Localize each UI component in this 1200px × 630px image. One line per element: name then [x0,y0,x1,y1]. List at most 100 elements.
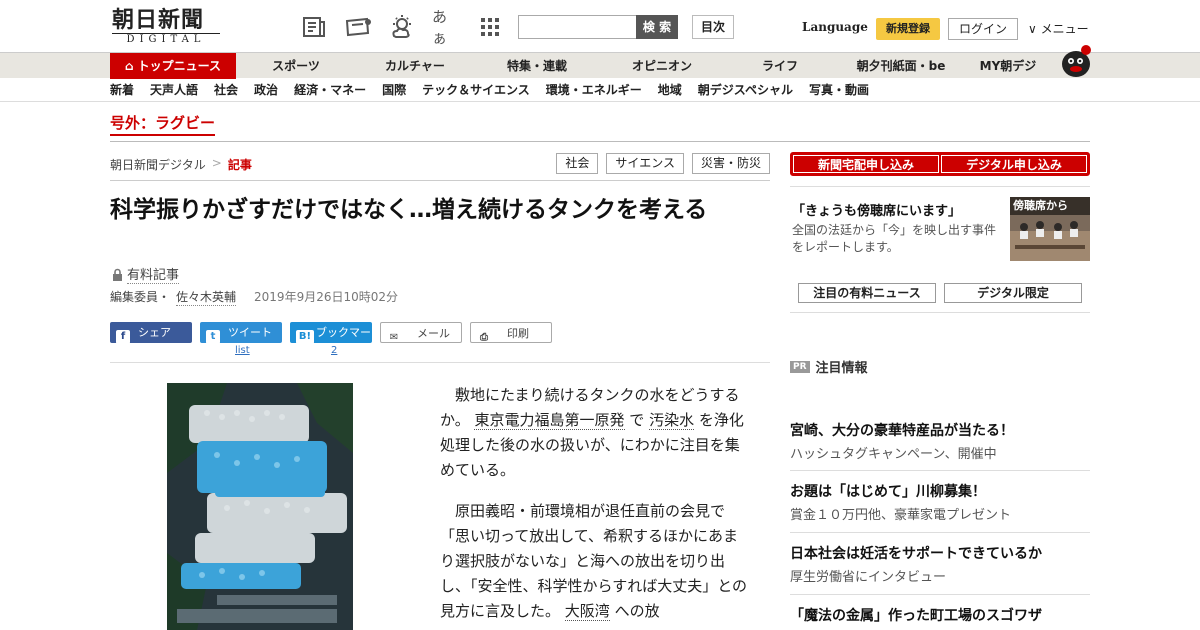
share-label: シェア [138,326,171,339]
body-link[interactable]: 東京電力福島第一原発 [474,411,625,430]
grid-icon[interactable] [476,14,504,40]
divider [110,180,770,181]
divider [790,312,1090,313]
mail-share-button[interactable]: ✉ メール [380,322,462,343]
body-text: で [629,411,645,429]
subnav-item[interactable]: 国際 [382,79,406,102]
subnav-item[interactable]: テック＆サイエンス [422,79,530,102]
byline: 編集委員・ 佐々木英輔 2019年9月26日10時02分 [110,288,398,306]
subnav-item[interactable]: 経済・マネー [294,79,366,102]
facebook-share-button[interactable]: f シェア [110,322,192,344]
body-link[interactable]: 大阪湾 [564,602,610,621]
publish-date: 2019年9月26日10時02分 [254,290,399,304]
article-photo[interactable] [167,383,353,630]
pr-item-title: 宮崎、大分の豪華特産品が当たる！ [790,423,1014,439]
promo-text: 全国の法廷から「今」を映し出す事件をレポートします。 [792,223,997,254]
paid-article-label: 有料記事 [112,264,180,284]
divider [790,186,1090,187]
register-button[interactable]: 新規登録 [876,18,940,40]
body-text: への放 [614,602,660,620]
subnav-item[interactable]: 写真・動画 [809,79,869,102]
pr-heading: PR 注目情報 [790,357,868,376]
subnav-item[interactable]: 新着 [110,79,134,102]
printer-icon: ⎙ [480,332,488,343]
pr-item-title: 「魔法の金属」作った町工場のスゴワザ [790,608,1042,624]
nav-my-asahi[interactable]: MY朝デジ [966,53,1050,79]
login-button[interactable]: ログイン [948,18,1018,40]
menu-button[interactable]: ∨ メニュー [1028,20,1089,37]
hatena-count-link[interactable]: 2 [331,345,337,356]
font-size-icon[interactable]: あぁ [432,8,460,47]
pr-heading-text: 注目情報 [815,361,868,376]
promo-image-caption: 傍聴席から [1010,197,1090,215]
subnav-item[interactable]: 天声人語 [150,79,198,102]
language-link[interactable]: Language [802,20,868,34]
sub-nav: 新着 天声人語 社会 政治 経済・マネー 国際 テック＆サイエンス 環境・エネル… [0,79,1200,102]
paid-news-button[interactable]: 注目の有料ニュース [798,283,936,303]
subnav-item[interactable]: 社会 [214,79,238,102]
ticket-icon[interactable] [344,14,372,40]
pr-item-subtitle: 賞金１０万円他、豪華家電プレゼント [790,508,1012,523]
nav-label: トップニュース [137,59,221,73]
mail-icon: ✉ [389,332,399,343]
header-icons: あぁ [300,8,504,47]
divider [110,362,770,363]
pr-item-title: 日本社会は妊活をサポートできているか [790,546,1042,562]
pr-item[interactable]: 日本社会は妊活をサポートできているか 厚生労働省にインタビュー [790,532,1090,585]
nav-features[interactable]: 特集・連載 [474,53,600,79]
subnav-item[interactable]: 地域 [658,79,682,102]
body-link[interactable]: 汚染水 [649,411,695,430]
digital-limited-button[interactable]: デジタル限定 [944,283,1082,303]
subscribe-paper-button[interactable]: 新聞宅配申し込み [793,155,939,173]
subscribe-digital-button[interactable]: デジタル申し込み [941,155,1087,173]
sidebar-buttons: 注目の有料ニュース デジタル限定 [798,283,1082,303]
main-nav: ⌂ トップニュース スポーツ カルチャー 特集・連載 オピニオン ライフ 朝夕刊紙… [0,52,1200,79]
nav-culture[interactable]: カルチャー [356,53,474,79]
site-logo[interactable]: 朝日新聞 DIGITAL [112,8,228,46]
print-label: 印刷 [507,327,529,340]
newspaper-icon[interactable] [300,14,328,40]
site-header: 朝日新聞 DIGITAL あぁ 検 索 目次 Language 新規登録 ログイ… [0,0,1200,52]
subnav-item[interactable]: 政治 [254,79,278,102]
subnav-item[interactable]: 朝デジスペシャル [698,79,793,102]
toc-button[interactable]: 目次 [692,15,734,39]
share-bar: f シェア t ツイート B! ブックマーク ✉ メール ⎙ 印刷 [110,322,552,361]
paid-label-text[interactable]: 有料記事 [127,264,180,284]
tag-science[interactable]: サイエンス [606,153,684,174]
author-link[interactable]: 佐々木英輔 [176,288,237,306]
print-button[interactable]: ⎙ 印刷 [470,322,552,343]
tag-society[interactable]: 社会 [556,153,599,174]
subnav-item[interactable]: 環境・エネルギー [546,79,642,102]
article-body: 敷地にたまり続けるタンクの水をどうするか。 東京電力福島第一原発 で 汚染水 を… [440,383,750,630]
twitter-list-link[interactable]: list [235,345,250,356]
hatena-bookmark-button[interactable]: B! ブックマーク [290,322,372,361]
weather-icon[interactable] [388,14,416,40]
twitter-share-button[interactable]: t ツイート [200,322,282,344]
logo-sub-text: DIGITAL [112,33,220,46]
pr-item[interactable]: お題は「はじめて」川柳募集！ 賞金１０万円他、豪華家電プレゼント [790,470,1090,523]
home-icon: ⌂ [125,59,134,73]
pr-item[interactable]: 宮崎、大分の豪華特産品が当たる！ ハッシュタグキャンペーン、開催中 [790,410,1090,462]
breaking-news-link[interactable]: 号外：ラグビー [110,112,216,136]
pr-item-title: お題は「はじめて」川柳募集！ [790,484,986,500]
nav-top-news[interactable]: ⌂ トップニュース [110,53,236,79]
byline-role: 編集委員・ [110,290,171,304]
font-size-label: あぁ [432,8,448,47]
promo-image[interactable]: 傍聴席から [1010,197,1090,261]
pr-item[interactable]: 「魔法の金属」作った町工場のスゴワザ [790,594,1090,625]
promo-title[interactable]: 「きょうも傍聴席にいます」 [792,200,961,219]
nav-sports[interactable]: スポーツ [236,53,356,79]
nav-opinion[interactable]: オピニオン [600,53,724,79]
subscribe-buttons: 新聞宅配申し込み デジタル申し込み [790,152,1090,176]
search-button[interactable]: 検 索 [636,15,678,39]
breadcrumb-current: 記事 [227,158,252,172]
nav-life[interactable]: ライフ [724,53,836,79]
breadcrumb-site[interactable]: 朝日新聞デジタル [110,156,206,173]
tag-disaster[interactable]: 災害・防災 [691,153,770,174]
nav-newspaper[interactable]: 朝夕刊紙面・be [836,53,966,79]
pr-item-subtitle: ハッシュタグキャンペーン、開催中 [790,447,997,462]
divider [110,141,1090,142]
body-paragraph: 敷地にたまり続けるタンクの水をどうするか。 東京電力福島第一原発 で 汚染水 を… [440,383,750,483]
search-input[interactable] [518,15,638,39]
mascot-icon[interactable] [1058,44,1094,78]
